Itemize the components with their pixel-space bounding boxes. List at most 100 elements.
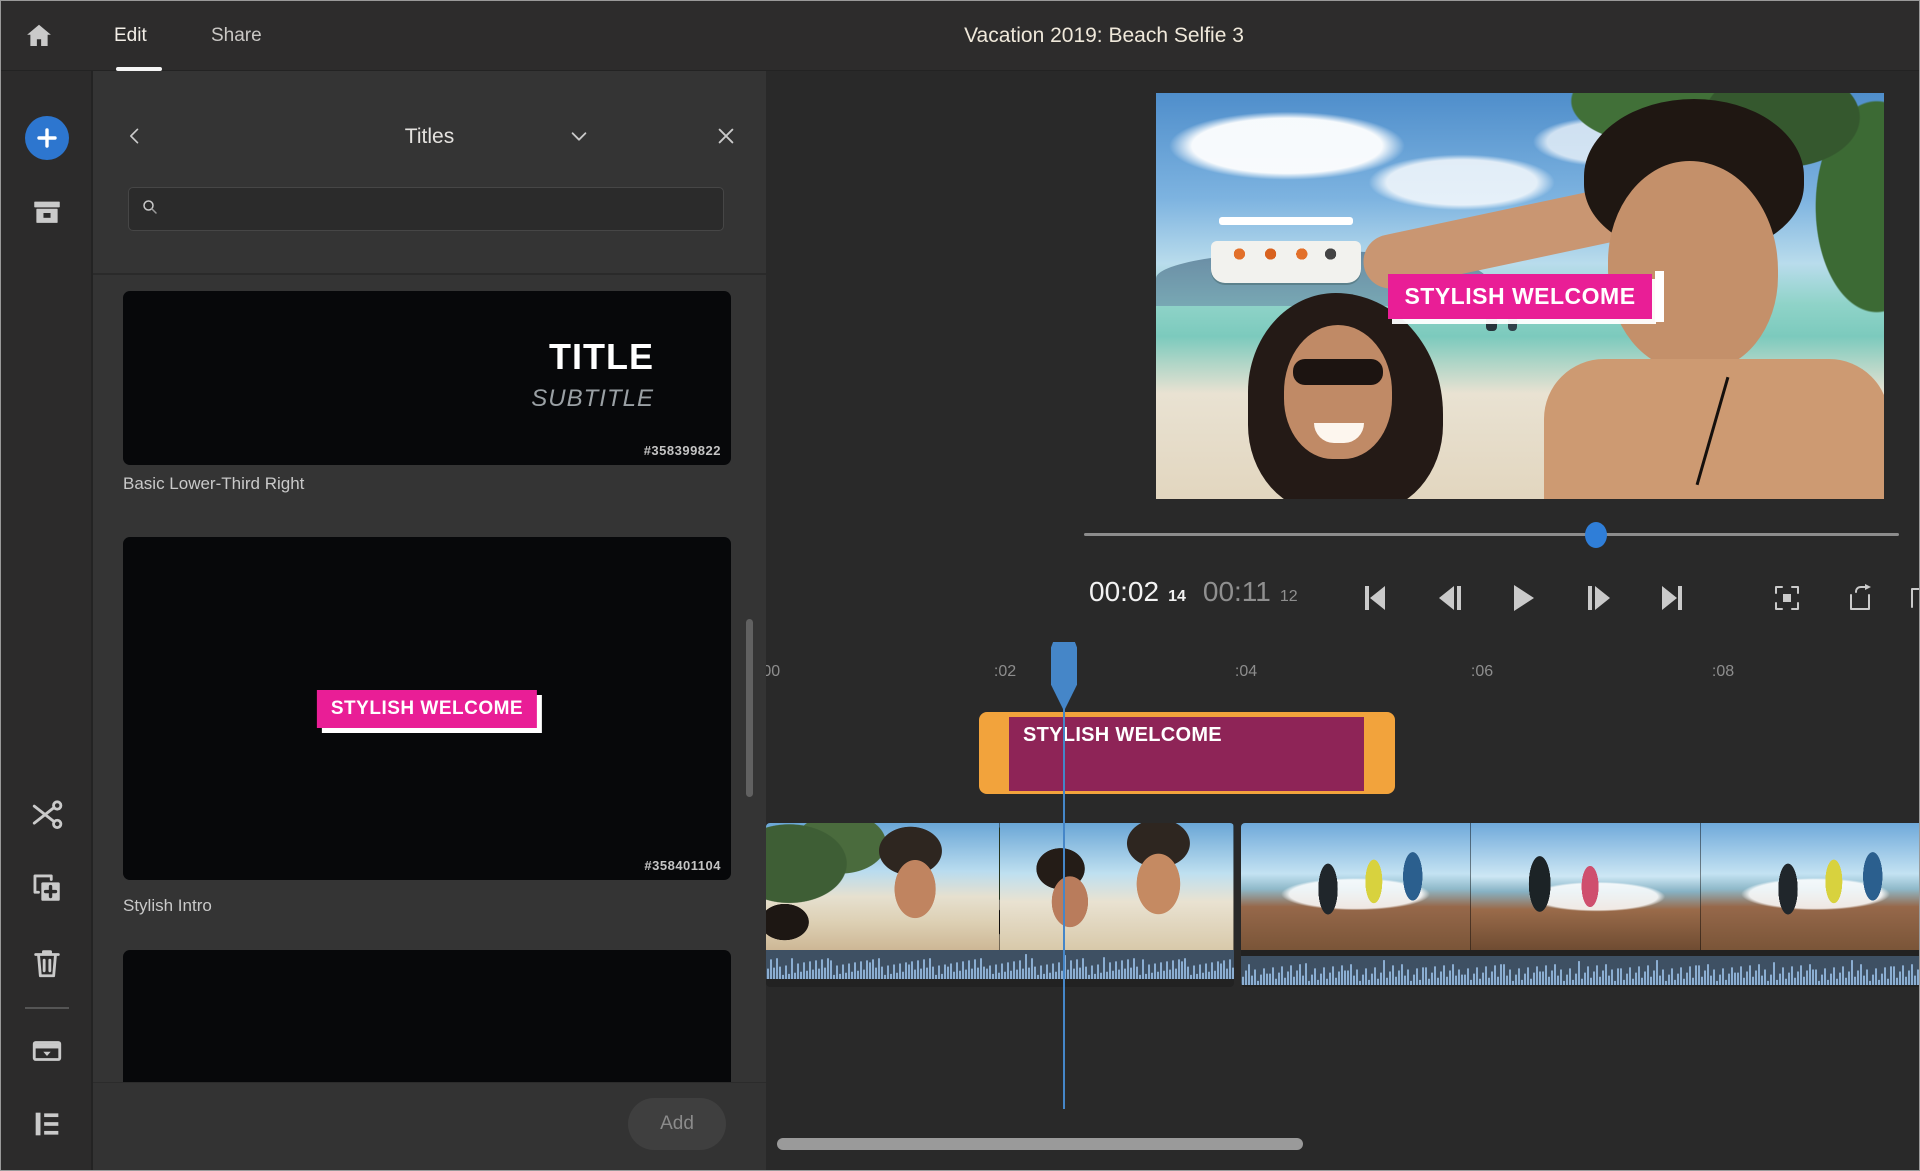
toolbar-divider	[25, 1007, 69, 1009]
home-button[interactable]	[17, 14, 61, 58]
tab-share[interactable]: Share	[211, 1, 262, 71]
frame-forward-icon	[1582, 582, 1614, 617]
thumbnail-frame	[1471, 823, 1701, 950]
play-icon	[1507, 582, 1539, 617]
template-label: Basic Lower-Third Right	[123, 474, 304, 494]
title-clip-label: STYLISH WELCOME	[1023, 724, 1222, 747]
loop-share-button[interactable]	[1836, 577, 1880, 621]
scrubber-track[interactable]	[1084, 533, 1899, 536]
chevron-down-icon	[568, 125, 590, 150]
scrubber-handle[interactable]	[1585, 522, 1607, 548]
video-clip-2[interactable]	[1241, 823, 1920, 987]
thumbnail-frame	[766, 823, 1000, 950]
frame-forward-button[interactable]	[1576, 577, 1620, 621]
left-toolbar	[1, 71, 93, 1170]
clipped-edge-button[interactable]	[1906, 577, 1920, 621]
frame-back-icon	[1435, 582, 1467, 617]
current-frames: 14	[1168, 588, 1186, 606]
audio-waveform	[766, 950, 1234, 979]
panel-title: Titles	[93, 115, 766, 159]
editor-stage: STYLISH WELCOME 00:02 14 00:11 12	[766, 71, 1920, 1170]
search-icon	[141, 198, 159, 221]
template-id: #358399822	[644, 443, 721, 458]
ruler-tick: :08	[1712, 663, 1734, 681]
audio-waveform	[1241, 956, 1920, 985]
timecode-display: 00:02 14 00:11 12	[1089, 576, 1298, 622]
top-bar: Edit Share Vacation 2019: Beach Selfie 3	[1, 1, 1919, 71]
frame-back-button[interactable]	[1429, 577, 1473, 621]
fullscreen-icon	[1772, 583, 1802, 616]
fullscreen-button[interactable]	[1765, 577, 1809, 621]
clip-thumbnails	[1241, 823, 1920, 950]
template-id: #358401104	[644, 858, 721, 873]
title-clip-body[interactable]: STYLISH WELCOME	[1009, 717, 1364, 791]
preview-scrubber[interactable]	[1084, 526, 1899, 544]
thumbnail-frame	[1701, 823, 1920, 950]
template-preview-text: TITLE SUBTITLE	[531, 339, 654, 411]
search-input[interactable]	[169, 199, 711, 219]
add-title-button[interactable]: Add	[628, 1098, 726, 1150]
clipped-icon	[1906, 583, 1920, 616]
ruler-tick: :06	[1471, 663, 1493, 681]
template-card-basic-lower-third[interactable]: TITLE SUBTITLE #358399822	[123, 291, 731, 465]
tab-edit-label: Edit	[114, 25, 147, 47]
play-button[interactable]	[1501, 577, 1545, 621]
close-icon	[715, 125, 737, 150]
panel-scrollbar[interactable]	[746, 619, 753, 797]
total-frames: 12	[1280, 588, 1298, 606]
clip-trim-handle-left[interactable]	[979, 712, 1009, 794]
track-options-button[interactable]	[23, 1100, 71, 1148]
clip-thumbnails	[766, 823, 1234, 950]
ruler-tick: :00	[766, 663, 780, 681]
share-out-icon	[1843, 583, 1873, 616]
skip-to-end-button[interactable]	[1650, 577, 1694, 621]
timeline-ruler[interactable]: :00 :02 :04 :06 :08	[766, 659, 1920, 691]
total-time: 00:11	[1203, 576, 1271, 608]
scissors-icon	[30, 799, 64, 833]
current-time: 00:02	[1089, 576, 1159, 608]
titles-category-dropdown[interactable]	[559, 115, 599, 159]
media-bin-button[interactable]	[23, 189, 71, 237]
template-preview-pink-box: STYLISH WELCOME	[317, 690, 537, 728]
timeline-scrollbar[interactable]	[777, 1138, 1303, 1150]
panel-footer: Add	[93, 1082, 766, 1170]
clip-trim-handle-right[interactable]	[1364, 712, 1395, 794]
template-preview-subtitle: SUBTITLE	[531, 387, 654, 411]
skip-end-icon	[1656, 582, 1688, 617]
track-list-icon	[30, 1107, 64, 1141]
delete-clip-button[interactable]	[23, 939, 71, 987]
template-label: Stylish Intro	[123, 896, 212, 916]
thumbnail-frame	[1000, 823, 1234, 950]
export-tray-button[interactable]	[23, 1027, 71, 1075]
project-title: Vacation 2019: Beach Selfie 3	[964, 1, 1244, 71]
home-icon	[24, 21, 54, 51]
template-card-stylish-intro[interactable]: STYLISH WELCOME #358401104	[123, 537, 731, 880]
plus-icon	[25, 116, 69, 160]
trash-icon	[30, 946, 64, 980]
playhead-handle[interactable]	[1051, 642, 1077, 711]
skip-start-icon	[1359, 582, 1391, 617]
media-bin-icon	[30, 196, 64, 230]
titles-panel: Titles TITLE SUBTITLE #358399822	[93, 71, 766, 1170]
template-preview-title: TITLE	[531, 339, 654, 375]
video-preview: STYLISH WELCOME	[1156, 93, 1884, 499]
ruler-tick: :04	[1235, 663, 1257, 681]
panel-close-button[interactable]	[705, 115, 747, 159]
preview-title-overlay: STYLISH WELCOME	[1156, 93, 1884, 499]
skip-to-start-button[interactable]	[1353, 577, 1397, 621]
preview-title-text: STYLISH WELCOME	[1388, 274, 1651, 319]
tab-edit[interactable]: Edit	[114, 1, 147, 71]
video-track	[766, 823, 1920, 987]
duplicate-clip-button[interactable]	[23, 864, 71, 912]
search-box[interactable]	[128, 187, 724, 231]
video-clip-1[interactable]	[766, 823, 1234, 987]
tab-share-label: Share	[211, 25, 262, 47]
split-clip-button[interactable]	[23, 792, 71, 840]
ruler-tick: :02	[994, 663, 1016, 681]
panel-divider	[93, 273, 766, 275]
app-window: Edit Share Vacation 2019: Beach Selfie 3	[0, 0, 1920, 1171]
tray-caret-icon	[30, 1034, 64, 1068]
timeline-title-clip[interactable]: STYLISH WELCOME	[979, 712, 1395, 794]
duplicate-icon	[30, 871, 64, 905]
add-media-button[interactable]	[23, 114, 71, 162]
